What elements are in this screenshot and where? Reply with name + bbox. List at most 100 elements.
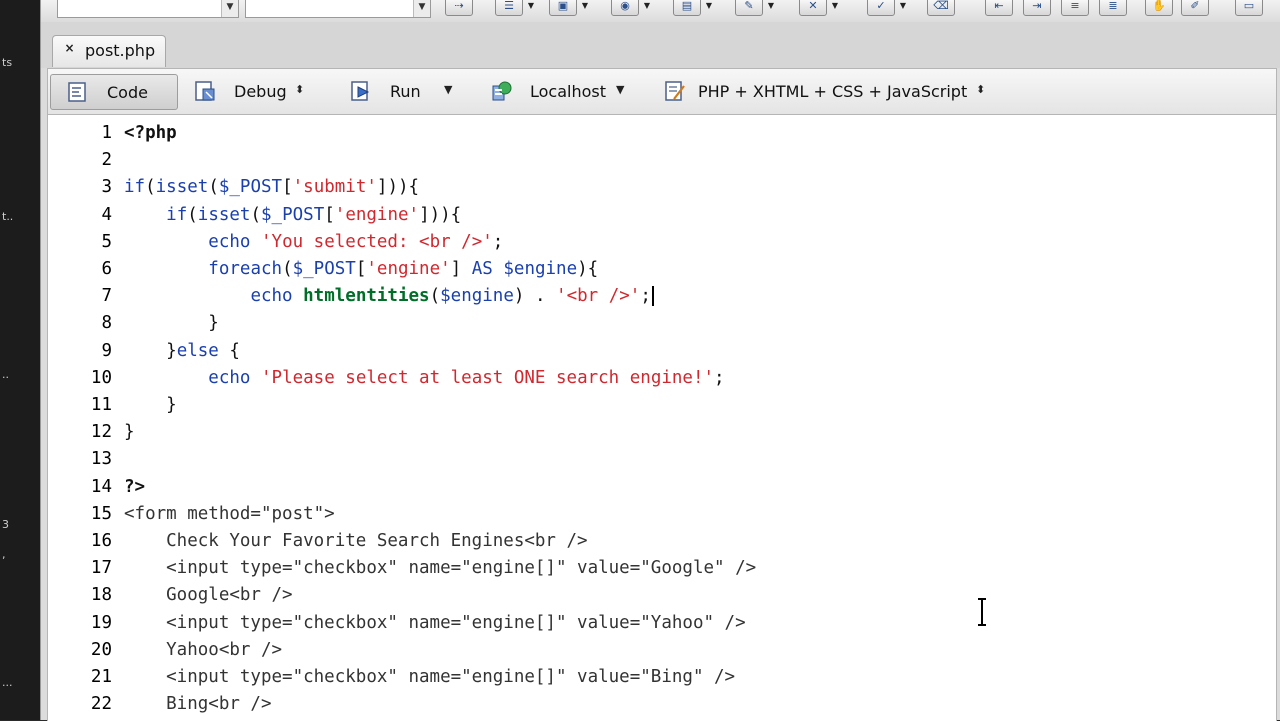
toolbar-check-icon[interactable]: ✓ ▼ (867, 0, 906, 16)
toolbar-erase-icon[interactable]: ⌫ (927, 0, 955, 16)
toolbar-window-icon[interactable]: ▭ (1235, 0, 1263, 16)
toolbar-comment-icon[interactable]: ≡ (1061, 0, 1089, 16)
line-number: 15 (90, 503, 112, 524)
toolbar-image-icon[interactable]: ▣ ▼ (549, 0, 588, 16)
code-line[interactable]: 3 if(isset($_POST['submit'])){ (48, 174, 1276, 201)
line-number: 17 (90, 558, 112, 579)
toolbar-page-icon[interactable]: ▤ ▼ (673, 0, 712, 16)
strip-text: ... (2, 676, 13, 689)
code-line[interactable]: 8 } (48, 310, 1276, 337)
line-number: 9 (101, 340, 112, 361)
code-text: <input type="checkbox" name="engine[]" v… (124, 558, 757, 579)
line-number: 4 (101, 204, 112, 225)
chevron-down-icon: ▼ (221, 0, 238, 17)
line-number: 14 (90, 476, 112, 497)
toolbar-validate-icon[interactable]: ✕ ▼ (799, 0, 838, 16)
top-toolbar: ▼ ▼ ⇢ ☰ ▼ ▣ ▼ ◉ ▼ ▤ ▼ ✎ ▼ ✕ ▼ ✓ ▼ ⌫ ⇤ ⇥ ≡ ≣ ✋ ✐… (41, 0, 1280, 23)
localhost-server-icon (492, 81, 512, 101)
code-text: ?> (124, 476, 146, 497)
strip-text: .. (2, 368, 9, 381)
code-view-button[interactable]: Code (50, 74, 178, 110)
code-text: <?php (124, 123, 177, 143)
code-editor[interactable]: 1 <?php 2 3 if(isset($_POST['submit'])){ 4 if… (47, 114, 1277, 721)
code-line[interactable]: 21 <input type="checkbox" name="engine[]… (48, 664, 1276, 691)
code-text: <input type="checkbox" name="engine[]" v… (124, 667, 736, 687)
code-line[interactable]: 17 <input type="checkbox" name="engine[]… (48, 555, 1276, 582)
code-line[interactable]: 6 foreach($_POST['engine'] AS $engine){ (48, 256, 1276, 283)
toolbar-pencil-icon[interactable]: ✐ (1181, 0, 1209, 16)
code-line[interactable]: 1 <?php (48, 120, 1276, 147)
code-line[interactable]: 19 <input type="checkbox" name="engine[]… (48, 610, 1276, 637)
toolbar-list-icon[interactable]: ☰ ▼ (495, 0, 534, 16)
localhost-button[interactable]: Localhost ▼ (490, 74, 630, 108)
localhost-label: Localhost (530, 82, 607, 101)
line-number: 12 (90, 422, 112, 443)
strip-text: ts (2, 56, 13, 69)
debug-label: Debug (234, 82, 287, 101)
toolbar-outdent-icon[interactable]: ⇥ (1023, 0, 1051, 16)
code-line[interactable]: 16 Check Your Favorite Search Engines<br… (48, 528, 1276, 555)
language-button[interactable]: PHP + XHTML + CSS + JavaScript ⬍ (664, 74, 994, 108)
code-text: } (124, 313, 219, 334)
code-line[interactable]: 20 Yahoo<br /> (48, 637, 1276, 664)
code-text: Check Your Favorite Search Engines<br /> (124, 531, 588, 551)
line-number: 18 (90, 585, 112, 606)
background-window-strip: ts t.. .. 3 , ... (0, 0, 40, 720)
code-line[interactable]: 13 (48, 446, 1276, 473)
chevron-down-icon: ▼ (616, 83, 625, 96)
toolbar-browse-icon[interactable]: ◉ ▼ (611, 0, 650, 16)
line-number: 16 (90, 531, 112, 551)
code-line[interactable]: 18 Google<br /> (48, 582, 1276, 609)
line-number: 7 (101, 286, 112, 307)
code-text: }else { (124, 340, 240, 361)
code-text: if(isset($_POST['submit'])){ (124, 177, 420, 198)
run-button[interactable]: Run ▼ (350, 74, 460, 108)
line-number: 21 (90, 667, 112, 687)
line-number: 5 (101, 231, 112, 252)
tab-post-php[interactable]: × post.php (52, 35, 166, 67)
tab-label: post.php (85, 41, 156, 60)
line-number: 19 (90, 612, 112, 633)
code-text: Bing<br /> (124, 694, 272, 715)
code-text: if(isset($_POST['engine'])){ (166, 204, 462, 225)
toolbar-indent-icon[interactable]: ⇤ (985, 0, 1013, 16)
line-number: 13 (90, 449, 112, 470)
line-number: 22 (90, 694, 112, 715)
document-tab-bar: × post.php (41, 22, 1280, 68)
line-number: 2 (101, 150, 112, 171)
code-line[interactable]: 4 if(isset($_POST['engine'])){ (48, 202, 1276, 229)
chevron-down-icon: ▼ (413, 0, 430, 17)
toolbar-hand-icon[interactable]: ✋ (1145, 0, 1173, 16)
toolbar-arrow-icon[interactable]: ⇢ (445, 0, 473, 16)
chevron-down-icon: ▼ (444, 83, 453, 96)
strip-text: , (2, 548, 6, 561)
code-line[interactable]: 15 <form method="post"> (48, 501, 1276, 528)
code-line[interactable]: 9 }else { (48, 338, 1276, 365)
debug-button[interactable]: Debug ⬍ (194, 74, 314, 108)
document-language-icon (665, 81, 685, 101)
code-line[interactable]: 7 echo htmlentities($engine) . '<br />'; (48, 283, 1276, 310)
code-line[interactable]: 14 ?> (48, 474, 1276, 501)
code-line[interactable]: 12} (48, 419, 1276, 446)
ide-window: ▼ ▼ ⇢ ☰ ▼ ▣ ▼ ◉ ▼ ▤ ▼ ✎ ▼ ✕ ▼ ✓ ▼ ⌫ ⇤ ⇥ ≡ ≣ ✋ ✐… (40, 0, 1280, 721)
code-text: echo 'You selected: <br />'; (208, 231, 504, 252)
font-select[interactable]: ▼ (57, 0, 239, 18)
code-line[interactable]: 11 } (48, 392, 1276, 419)
line-number: 20 (90, 639, 112, 660)
run-label: Run (390, 82, 421, 101)
language-label: PHP + XHTML + CSS + JavaScript (698, 82, 968, 101)
toolbar-align-icon[interactable]: ≣ (1099, 0, 1127, 16)
code-line[interactable]: 22 Bing<br /> (48, 691, 1276, 718)
toolbar-tool-icon[interactable]: ✎ ▼ (735, 0, 774, 16)
code-line[interactable]: 2 (48, 147, 1276, 174)
style-select[interactable]: ▼ (245, 0, 431, 18)
updown-caret-icon: ⬍ (295, 83, 305, 96)
close-icon[interactable]: × (63, 42, 76, 55)
code-line[interactable]: 10 echo 'Please select at least ONE sear… (48, 365, 1276, 392)
text-caret (651, 286, 654, 307)
document-toolbar: Code Debug ⬍ Run ▼ Localhost ▼ PHP + XHT… (47, 68, 1277, 115)
line-number: 3 (101, 177, 112, 198)
code-text: echo 'Please select at least ONE search … (208, 367, 725, 388)
code-line[interactable]: 5 echo 'You selected: <br />'; (48, 229, 1276, 256)
code-text: <input type="checkbox" name="engine[]" v… (124, 612, 746, 633)
